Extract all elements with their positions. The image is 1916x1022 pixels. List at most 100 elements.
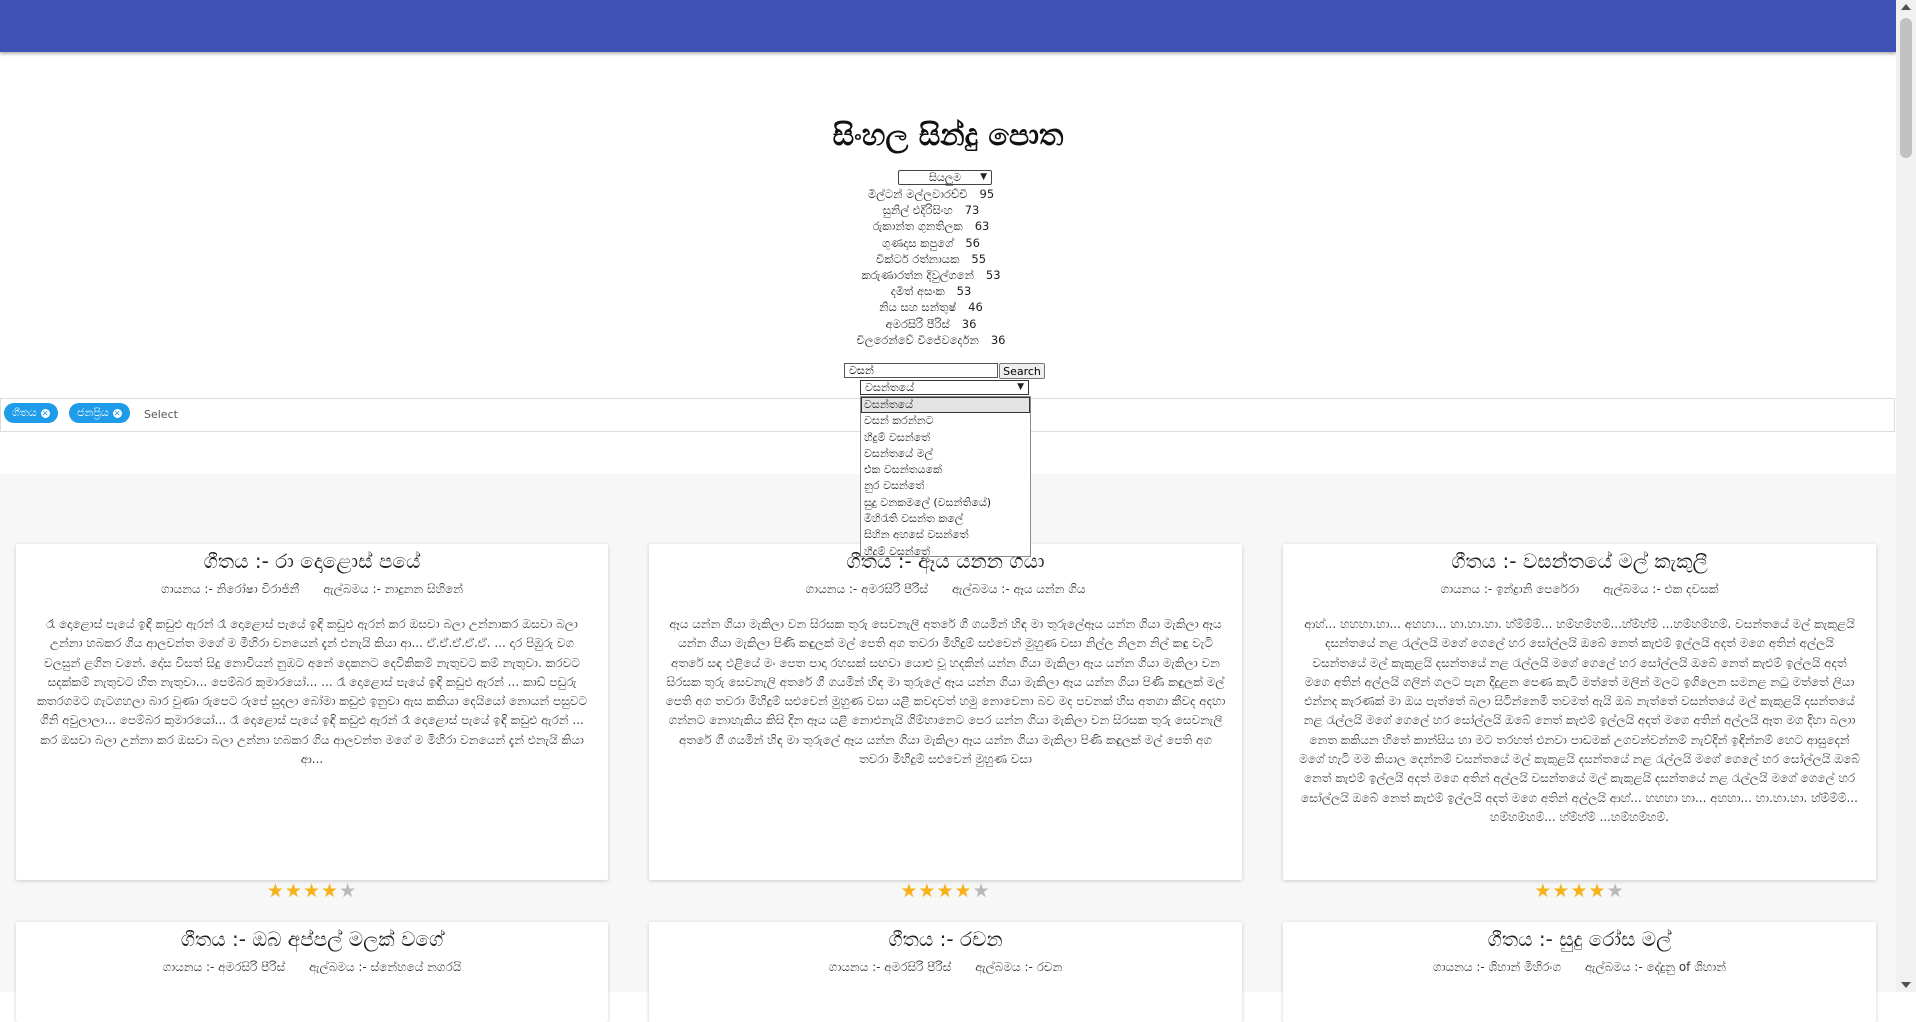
suggestion-option[interactable]: හීදුම් වසන්තේ <box>861 430 1030 446</box>
song-title: ගීතය :- රචන <box>888 927 1003 951</box>
song-card[interactable]: ගීතය :- සුදු රෝස මල් ගායනය :- ශිහාන් මිහ… <box>1283 922 1876 1022</box>
artist-name: රුකාන්ත ගුනතිලක <box>872 219 963 234</box>
star-filled-icon[interactable]: ★ <box>900 880 918 902</box>
artist-row[interactable]: චිලරෙන්වේ විජේවර්දෙන 36 <box>0 332 1862 348</box>
artist-row[interactable]: නිය සහ සන්තුෂ් 46 <box>0 299 1862 315</box>
song-album: ඇල්බමය :- ස්නේහයේ නගරයි <box>309 960 462 974</box>
song-card[interactable]: ගීතය :- ඈය යන්න ගියා ගායනය :- අමරසිරි පී… <box>649 544 1242 880</box>
star-filled-icon[interactable]: ★ <box>936 880 954 902</box>
artist-name: අමරසිරි පීරිස් <box>885 316 950 331</box>
suggestion-select[interactable]: වසන්තයේ ▼ <box>860 380 1029 395</box>
artist-song-count: 36 <box>990 332 1006 347</box>
artist-row[interactable]: මිල්ටන් මල්ලවාරච්චි 95 <box>0 186 1862 202</box>
song-singer: ගායනය :- අමරසිරි පීරිස් <box>162 960 286 974</box>
song-card[interactable]: ගීතය :- රචන ගායනය :- අමරසිරි පීරිස් ඇල්බම… <box>649 922 1242 1022</box>
song-album: ඇල්බමය :- එක දවසක් <box>1603 582 1719 596</box>
song-singer: ගායනය :- නිරෝෂා විරාජිනී <box>161 582 300 596</box>
song-title: ගීතය :- වසන්තයේ මල් කැකුලී <box>1451 549 1708 573</box>
artist-row[interactable]: සුනිල් එදිරිසිංහ 73 <box>0 202 1862 218</box>
artist-song-count: 53 <box>956 284 972 299</box>
scroll-down-arrow-icon[interactable] <box>1901 982 1911 988</box>
star-empty-icon[interactable]: ★ <box>1607 880 1625 902</box>
artist-song-count: 53 <box>985 268 1001 283</box>
artist-song-count: 73 <box>964 203 980 218</box>
page-title: සිංහල සින්දු පොත <box>832 118 1064 153</box>
song-lyrics: රෑ දොළොස් පැයේ ඉඳි කඩුළු ඇරන් රෑ දොළොස් … <box>37 617 587 767</box>
suggestion-option[interactable]: වසන්තයේ මල් <box>861 446 1030 462</box>
star-empty-icon[interactable]: ★ <box>973 880 991 902</box>
star-empty-icon[interactable]: ★ <box>339 880 357 902</box>
star-filled-icon[interactable]: ★ <box>1589 880 1607 902</box>
star-filled-icon[interactable]: ★ <box>918 880 936 902</box>
song-lyrics: ඈය යන්න ගියා මැකිලා වන සිරසක තුරු සෙවනැල… <box>665 617 1226 767</box>
song-meta: ගායනය :- නිරෝෂා විරාජිනී ඇල්බමය :- නාදුනන… <box>16 582 608 597</box>
suggestion-dropdown-list[interactable]: වසන්තයේ වසන් කරන්නට හීදුම් වසන්තේ වසන්තය… <box>860 396 1031 557</box>
star-filled-icon[interactable]: ★ <box>1570 880 1588 902</box>
song-album: ඇල්බමය :- නාදුනන සිහිනේ <box>323 582 463 596</box>
song-card[interactable]: ගීතය :- රා දොළොස් පයේ ගායනය :- නිරෝෂා වි… <box>16 544 608 880</box>
suggestion-option[interactable]: නුර වසන්තේ <box>861 478 1030 494</box>
vertical-scrollbar[interactable] <box>1896 0 1916 992</box>
artist-name: නිය සහ සන්තුෂ් <box>879 300 957 315</box>
artist-row[interactable]: අමරසිරි පීරිස් 36 <box>0 316 1862 332</box>
remove-tag-icon[interactable]: ✕ <box>112 408 122 418</box>
artist-row[interactable]: කරුණාරත්න දිවුල්ගනේ 53 <box>0 267 1862 283</box>
star-filled-icon[interactable]: ★ <box>1552 880 1570 902</box>
artist-name: දමිත් අසංක <box>890 284 945 299</box>
artist-filter-select[interactable]: සියලුම ▼ <box>898 170 992 185</box>
song-album: ඇල්බමය :- රචන <box>975 960 1063 974</box>
search-button[interactable]: Search <box>999 363 1045 379</box>
song-meta: ගායනය :- අමරසිරි පීරිස් ඇල්බමය :- ස්නේහයේ… <box>16 960 608 975</box>
song-meta: ගායනය :- අමරසිරි පීරිස් ඇල්බමය :- ඈය යන්න… <box>649 582 1242 597</box>
artist-row[interactable]: දමිත් අසංක 53 <box>0 283 1862 299</box>
song-singer: ගායනය :- ඉන්ද්‍රානි පෙරේරා <box>1440 582 1580 596</box>
star-filled-icon[interactable]: ★ <box>285 880 303 902</box>
suggestion-option[interactable]: සුදු වනකමලේ (වසන්තියේ) <box>861 495 1030 511</box>
top-app-bar <box>0 0 1896 52</box>
artist-song-count: 46 <box>968 300 983 315</box>
artist-name: කරුණාරත්න දිවුල්ගනේ <box>861 268 974 283</box>
scroll-up-arrow-icon[interactable] <box>1901 4 1911 10</box>
suggestion-option[interactable]: හීදුම් වසන්තේ <box>861 544 1030 556</box>
artist-song-count: 36 <box>961 316 977 331</box>
suggestion-option[interactable]: වසන් කරන්නට <box>861 413 1030 429</box>
song-card[interactable]: ගීතය :- ඔබ අප්පල් මලක් වගේ ගායනය :- අමරස… <box>16 922 608 1022</box>
tag-chip-popular[interactable]: ජනප්‍රිය ✕ <box>69 403 130 423</box>
artist-song-count: 63 <box>974 219 990 234</box>
star-filled-icon[interactable]: ★ <box>321 880 339 902</box>
chevron-down-icon: ▼ <box>980 172 987 182</box>
artist-row[interactable]: රුකාන්ත ගුනතිලක 63 <box>0 218 1862 234</box>
artist-name: ගුණදාස කපුගේ <box>882 235 954 250</box>
artist-row[interactable]: ගුණදාස කපුගේ 56 <box>0 235 1862 251</box>
song-meta: ගායනය :- අමරසිරි පීරිස් ඇල්බමය :- රචන <box>649 960 1242 975</box>
rating-stars[interactable]: ★★★★★ <box>16 880 608 902</box>
artist-song-count: 95 <box>979 187 995 201</box>
rating-stars[interactable]: ★★★★★ <box>649 880 1242 902</box>
star-filled-icon[interactable]: ★ <box>267 880 285 902</box>
song-album: ඇල්බමය :- දේදුනු of ශිහාන් <box>1585 960 1726 974</box>
suggestion-option[interactable]: මිහිරැති වසන්ත කලේ <box>861 511 1030 527</box>
artist-name: චිලරෙන්වේ විජේවර්දෙන <box>856 332 979 347</box>
star-filled-icon[interactable]: ★ <box>1534 880 1552 902</box>
suggestion-selected-value: වසන්තයේ <box>865 381 915 394</box>
rating-stars[interactable]: ★★★★★ <box>1283 880 1876 902</box>
tag-chip-song[interactable]: ගීතය ✕ <box>4 403 58 423</box>
scrollbar-thumb[interactable] <box>1900 18 1912 158</box>
song-card[interactable]: ගීතය :- වසන්තයේ මල් කැකුලී ගායනය :- ඉන්ද… <box>1283 544 1876 880</box>
remove-tag-icon[interactable]: ✕ <box>40 408 50 418</box>
tag-select-placeholder[interactable]: Select <box>144 408 178 421</box>
song-meta: ගායනය :- ශිහාන් මිහිරංග ඇල්බමය :- දේදුනු … <box>1283 960 1876 975</box>
artist-song-count: 55 <box>971 251 987 266</box>
artist-name: වික්ටර් රත්නායක <box>875 251 960 266</box>
suggestion-option[interactable]: වසන්තයේ <box>861 397 1030 414</box>
search-input[interactable] <box>844 363 998 378</box>
song-title: ගීතය :- සුදු රෝස මල් <box>1487 927 1672 951</box>
suggestion-option[interactable]: සිහින අහසේ වසන්තේ <box>861 527 1030 543</box>
suggestion-option[interactable]: එක වසන්තයකේ <box>861 462 1030 478</box>
artist-row[interactable]: වික්ටර් රත්නායක 55 <box>0 251 1862 267</box>
star-filled-icon[interactable]: ★ <box>955 880 973 902</box>
artist-song-count: 56 <box>965 235 980 250</box>
star-filled-icon[interactable]: ★ <box>303 880 321 902</box>
artist-list: මිල්ටන් මල්ලවාරච්චි 95 සුනිල් එදිරිසිංහ 73… <box>0 186 1862 348</box>
song-title: ගීතය :- රා දොළොස් පයේ <box>203 549 421 573</box>
